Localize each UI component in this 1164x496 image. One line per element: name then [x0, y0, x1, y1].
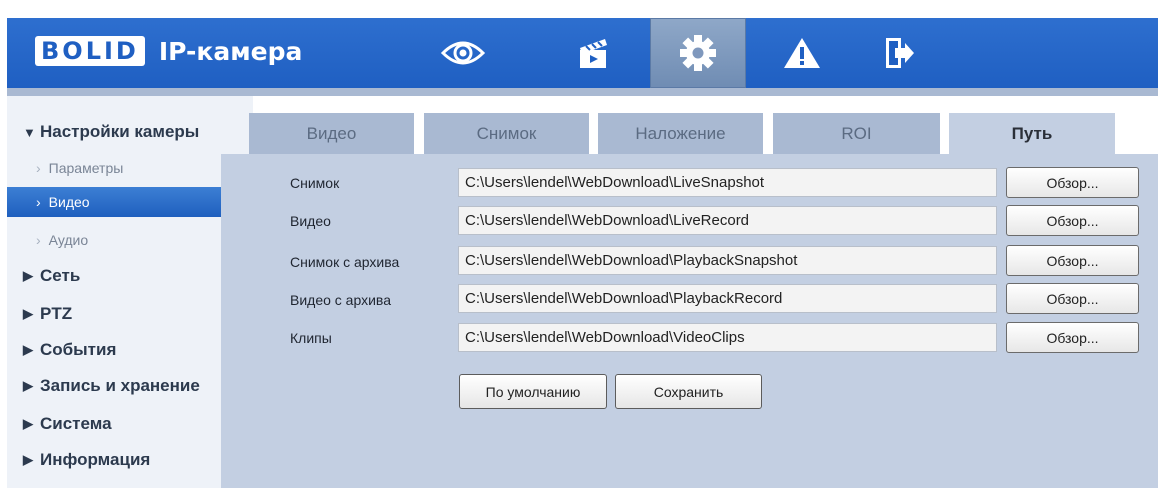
archive-snapshot-path-field[interactable]: C:\Users\lendel\WebDownload\PlaybackSnap…	[458, 246, 997, 275]
sidebar-item-events[interactable]: ▶ События	[23, 340, 116, 360]
sidebar-item-network[interactable]: ▶ Сеть	[23, 266, 80, 286]
browse-video-button[interactable]: Обзор...	[1006, 205, 1139, 236]
sidebar-item-label: Настройки камеры	[40, 122, 200, 141]
sidebar-item-recording-storage[interactable]: ▶ Запись и хранение	[23, 376, 200, 396]
triangle-down-icon: ▼	[23, 124, 36, 140]
browse-snapshot-button[interactable]: Обзор...	[1006, 167, 1139, 198]
sidebar-item-label: Запись и хранение	[40, 376, 200, 395]
bolid-logo: BOLID	[35, 36, 145, 66]
snapshot-path-field[interactable]: C:\Users\lendel\WebDownload\LiveSnapshot	[458, 168, 997, 197]
chevron-right-icon: ›	[36, 232, 41, 248]
sidebar-item-ptz[interactable]: ▶ PTZ	[23, 304, 72, 324]
triangle-right-icon: ▶	[23, 452, 33, 467]
triangle-right-icon: ▶	[23, 306, 33, 321]
path-label-snapshot: Снимок	[290, 175, 340, 191]
browse-archive-snapshot-button[interactable]: Обзор...	[1006, 245, 1139, 276]
sidebar-item-label: Сеть	[40, 266, 81, 285]
logout-icon[interactable]	[851, 18, 947, 88]
top-header: BOLID IP-камера	[7, 18, 1158, 88]
sidebar-subitem-parameters[interactable]: › Параметры	[0, 153, 240, 183]
brand-logo: BOLID IP-камера	[35, 36, 302, 66]
warning-icon[interactable]	[754, 18, 850, 88]
sidebar-subitem-audio[interactable]: › Аудио	[0, 225, 240, 255]
clips-path-field[interactable]: C:\Users\lendel\WebDownload\VideoClips	[458, 323, 997, 352]
sidebar-item-label: Информация	[40, 450, 151, 469]
save-button[interactable]: Сохранить	[615, 374, 762, 409]
sidebar-item-label: События	[40, 340, 117, 359]
triangle-right-icon: ▶	[23, 268, 33, 283]
sidebar-item-label: PTZ	[40, 304, 73, 323]
path-label-clips: Клипы	[290, 330, 332, 346]
sidebar-item-system[interactable]: ▶ Система	[23, 414, 112, 434]
archive-video-path-field[interactable]: C:\Users\lendel\WebDownload\PlaybackReco…	[458, 284, 997, 313]
sidebar-item-camera-settings[interactable]: ▼ Настройки камеры	[23, 122, 199, 142]
sidebar-subitem-label: Параметры	[48, 160, 124, 176]
sidebar-item-information[interactable]: ▶ Информация	[23, 450, 150, 470]
browse-clips-button[interactable]: Обзор...	[1006, 322, 1139, 353]
header-divider-band	[7, 88, 1158, 96]
sidebar-subitem-label: Видео	[48, 194, 90, 210]
tab-video[interactable]: Видео	[249, 113, 414, 154]
triangle-right-icon: ▶	[23, 416, 33, 431]
gear-icon[interactable]	[650, 18, 746, 88]
browse-archive-video-button[interactable]: Обзор...	[1006, 283, 1139, 314]
tab-snapshot[interactable]: Снимок	[424, 113, 589, 154]
triangle-right-icon: ▶	[23, 378, 33, 393]
sidebar-item-label: Система	[40, 414, 112, 433]
chevron-right-icon: ›	[36, 160, 41, 176]
sidebar-subitem-label: Аудио	[48, 232, 89, 248]
default-button[interactable]: По умолчанию	[459, 374, 607, 409]
app-title: IP-камера	[158, 36, 303, 66]
triangle-right-icon: ▶	[23, 342, 33, 357]
path-label-archive-snapshot: Снимок с архива	[290, 254, 400, 270]
chevron-right-icon: ›	[36, 194, 41, 210]
tab-roi[interactable]: ROI	[773, 113, 940, 154]
tab-overlay[interactable]: Наложение	[598, 113, 763, 154]
clapperboard-icon[interactable]	[545, 18, 641, 88]
tab-path[interactable]: Путь	[949, 113, 1115, 154]
sidebar-subitem-video[interactable]: › Видео	[7, 187, 247, 217]
video-path-field[interactable]: C:\Users\lendel\WebDownload\LiveRecord	[458, 206, 997, 235]
path-label-video: Видео	[290, 213, 331, 229]
eye-icon[interactable]	[415, 18, 511, 88]
path-label-archive-video: Видео с архива	[290, 292, 391, 308]
